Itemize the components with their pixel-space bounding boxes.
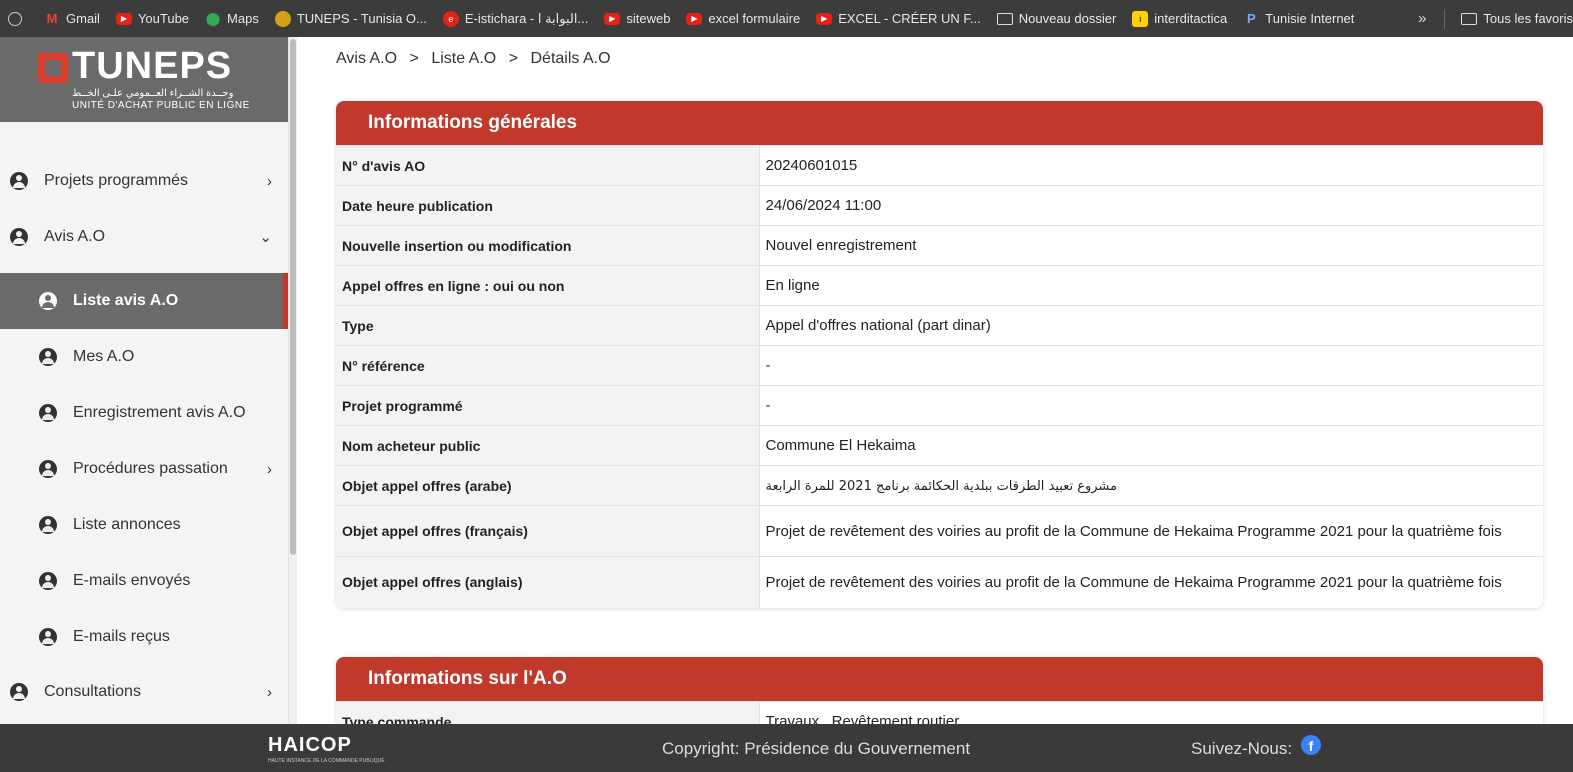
bookmarks-divider xyxy=(1444,8,1446,29)
chevron-right-icon: › xyxy=(267,172,272,190)
sidebar-scrollbar[interactable] xyxy=(288,37,297,724)
youtube-icon: ▶ xyxy=(816,12,833,25)
sidebar-item-mes-ao[interactable]: Mes A.O xyxy=(0,329,288,385)
bookmark-tunisie-internet[interactable]: P Tunisie Internet xyxy=(1243,11,1354,27)
general-info-title: Informations générales xyxy=(336,101,1543,145)
haicop-logo-subtitle: HAUTE INSTANCE DE LA COMMANDE PUBLIQUE xyxy=(268,758,385,764)
follow-us-label: Suivez-Nous: xyxy=(1191,739,1293,758)
table-row: Type Appel d'offres national (part dinar) xyxy=(336,305,1543,346)
bookmark-youtube[interactable]: ▶ YouTube xyxy=(115,11,189,26)
user-icon xyxy=(10,228,28,246)
facebook-icon[interactable]: f xyxy=(1301,735,1321,755)
ao-info-title: Informations sur l'A.O xyxy=(336,657,1543,701)
sidebar-item-projets-programmes[interactable]: Projets programmés › xyxy=(0,153,288,209)
haicop-logo[interactable]: HAICOP xyxy=(268,734,352,757)
bookmark-excel-creer[interactable]: ▶ EXCEL - CRÉER UN F... xyxy=(816,11,981,26)
user-icon xyxy=(39,404,57,422)
table-row: Objet appel offres (arabe) مشروع تعبيد ال… xyxy=(336,465,1543,506)
user-icon xyxy=(10,683,28,701)
table-row: Objet appel offres (anglais) Projet de re… xyxy=(336,556,1543,608)
chevron-right-icon: › xyxy=(267,460,272,478)
logo-mark-icon xyxy=(38,53,68,83)
bookmark-all-favorites[interactable]: Tous les favoris xyxy=(1461,11,1573,26)
table-row: N° référence - xyxy=(336,345,1543,386)
sidebar-item-procedures-passation[interactable]: Procédures passation › xyxy=(0,441,288,497)
breadcrumb-separator: > xyxy=(409,50,419,67)
table-row: Nouvelle insertion ou modification Nouvel… xyxy=(336,225,1543,266)
sidebar-item-liste-avis-ao[interactable]: Liste avis A.O xyxy=(0,273,288,329)
chevron-right-icon: › xyxy=(267,683,272,701)
sidebar-item-emails-envoyes[interactable]: E-mails envoyés xyxy=(0,553,288,609)
folder-icon xyxy=(996,12,1013,25)
general-info-card: Informations générales N° d'avis AO 20240… xyxy=(336,101,1543,608)
general-info-table: N° d'avis AO 20240601015 Date heure publi… xyxy=(336,145,1543,608)
breadcrumb: Avis A.O > Liste A.O > Détails A.O xyxy=(336,50,619,68)
globe-icon[interactable] xyxy=(8,11,28,26)
bookmarks-bar: M Gmail ▶ YouTube ⬤ Maps TUNEPS - Tunisia O… xyxy=(0,0,1573,37)
logo-arabic: وحــدة الشــراء العــمومي علـى الخــط xyxy=(72,88,234,99)
sidebar: TUNEPS وحــدة الشــراء العــمومي علـى ال… xyxy=(0,37,288,724)
bookmark-interditactica[interactable]: i interditactica xyxy=(1132,10,1227,27)
table-row: Projet programmé - xyxy=(336,385,1543,426)
folder-icon xyxy=(1461,12,1478,25)
bookmark-nouveau-dossier[interactable]: Nouveau dossier xyxy=(996,11,1116,26)
chevron-down-icon: ⌄ xyxy=(259,229,272,246)
bookmark-gmail[interactable]: M Gmail xyxy=(44,11,100,27)
user-icon xyxy=(39,292,57,310)
sidebar-item-avis-ao[interactable]: Avis A.O ⌄ xyxy=(0,209,288,265)
bookmark-maps[interactable]: ⬤ Maps xyxy=(205,11,259,27)
user-icon xyxy=(39,460,57,478)
bookmark-estichara[interactable]: e E-istichara - البوابة ا... xyxy=(442,10,588,27)
user-icon xyxy=(39,348,57,366)
ao-info-table: Type commande Travaux , Revêtement routie… xyxy=(336,701,1543,724)
tunisie-internet-icon: P xyxy=(1246,11,1256,26)
sidebar-item-liste-annonces[interactable]: Liste annonces xyxy=(0,497,288,553)
maps-icon: ⬤ xyxy=(205,10,221,26)
bookmark-excel-formulaire[interactable]: ▶ excel formulaire xyxy=(686,11,800,26)
bookmark-tuneps[interactable]: TUNEPS - Tunisia O... xyxy=(274,10,427,27)
sidebar-item-emails-recus[interactable]: E-mails reçus xyxy=(0,609,288,665)
logo-subtitle: UNITÉ D'ACHAT PUBLIC EN LIGNE xyxy=(72,100,250,111)
footer: HAICOP HAUTE INSTANCE DE LA COMMANDE PUB… xyxy=(0,724,1573,772)
sidebar-item-consultations[interactable]: Consultations › xyxy=(0,664,288,720)
sidebar-item-enregistrement-avis-ao[interactable]: Enregistrement avis A.O xyxy=(0,385,288,441)
table-row: Type commande Travaux , Revêtement routie… xyxy=(336,701,1543,724)
table-row: N° d'avis AO 20240601015 xyxy=(336,145,1543,186)
user-icon xyxy=(39,628,57,646)
user-icon xyxy=(10,172,28,190)
breadcrumb-liste-ao[interactable]: Liste A.O xyxy=(431,50,496,67)
gmail-icon: M xyxy=(46,11,58,26)
user-icon xyxy=(39,516,57,534)
copyright-text: Copyright: Présidence du Gouvernement xyxy=(662,739,971,758)
sidebar-scrollbar-thumb[interactable] xyxy=(290,39,296,555)
tuneps-icon xyxy=(274,10,291,27)
table-row: Objet appel offres (français) Projet de r… xyxy=(336,505,1543,557)
ao-info-card: Informations sur l'A.O Type commande Trav… xyxy=(336,657,1543,724)
estichara-icon: e xyxy=(442,10,459,27)
main-content: Avis A.O > Liste A.O > Détails A.O Infor… xyxy=(297,37,1573,724)
table-row: Appel offres en ligne : oui ou non En lig… xyxy=(336,265,1543,306)
user-icon xyxy=(39,572,57,590)
youtube-icon: ▶ xyxy=(604,12,621,25)
bookmarks-more-icon[interactable]: » xyxy=(1418,10,1426,27)
logo-title: TUNEPS xyxy=(72,45,233,87)
breadcrumb-avis-ao[interactable]: Avis A.O xyxy=(336,50,397,67)
breadcrumb-separator: > xyxy=(508,50,519,67)
bookmark-siteweb[interactable]: ▶ siteweb xyxy=(604,11,670,26)
youtube-icon: ▶ xyxy=(115,12,132,25)
tuneps-logo[interactable]: TUNEPS وحــدة الشــراء العــمومي علـى ال… xyxy=(0,37,288,122)
youtube-icon: ▶ xyxy=(686,12,703,25)
breadcrumb-details-ao: Détails A.O xyxy=(530,50,611,67)
table-row: Nom acheteur public Commune El Hekaima xyxy=(336,425,1543,466)
interditactica-icon: i xyxy=(1132,10,1149,27)
table-row: Date heure publication 24/06/2024 11:00 xyxy=(336,185,1543,226)
